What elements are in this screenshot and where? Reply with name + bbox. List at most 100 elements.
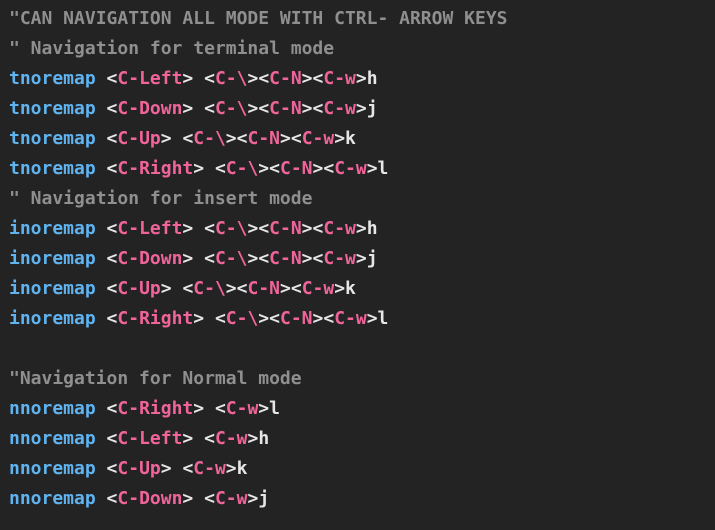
key-name: C-Up — [117, 458, 161, 479]
angle-close: > — [355, 68, 367, 89]
tail-key: l — [377, 308, 389, 329]
key-name: C-\ — [214, 68, 248, 89]
key-name: C-N — [247, 278, 280, 299]
key-name: C-\ — [193, 128, 226, 149]
code-line[interactable]: "Navigation for Normal mode — [0, 364, 715, 394]
comment-text: "CAN NAVIGATION ALL MODE WITH CTRL- ARRO… — [9, 8, 508, 29]
key-name: C-w — [334, 308, 367, 329]
angle-open: < — [106, 128, 118, 149]
angle-open: < — [290, 128, 302, 149]
map-command: inoremap — [9, 248, 96, 269]
angle-close: > — [334, 278, 346, 299]
key-name: C-w — [214, 428, 248, 449]
key-name: C-w — [334, 158, 367, 179]
key-name: C-w — [323, 218, 356, 239]
key-name: C-w — [323, 248, 356, 269]
code-editor[interactable]: "CAN NAVIGATION ALL MODE WITH CTRL- ARRO… — [0, 0, 715, 530]
angle-open: < — [204, 98, 215, 119]
map-command: nnoremap — [9, 428, 96, 449]
code-line[interactable]: tnoremap <C-Down> <C-\><C-N><C-w>j — [0, 94, 715, 124]
map-command: tnoremap — [9, 68, 96, 89]
key-name: C-w — [323, 68, 356, 89]
map-command: nnoremap — [9, 398, 96, 419]
key-name: C-w — [225, 398, 259, 419]
code-line[interactable]: inoremap <C-Right> <C-\><C-N><C-w>l — [0, 304, 715, 334]
map-command: nnoremap — [9, 458, 96, 479]
key-name: C-Down — [117, 248, 183, 269]
angle-close: > — [225, 458, 237, 479]
code-line[interactable]: nnoremap <C-Up> <C-w>k — [0, 454, 715, 484]
key-name: C-\ — [193, 278, 226, 299]
code-line[interactable]: nnoremap <C-Right> <C-w>l — [0, 394, 715, 424]
angle-open: < — [204, 248, 215, 269]
angle-close: > — [301, 248, 313, 269]
angle-close: > — [247, 248, 259, 269]
key-name: C-N — [279, 158, 313, 179]
code-line[interactable]: tnoremap <C-Left> <C-\><C-N><C-w>h — [0, 64, 715, 94]
code-line[interactable]: nnoremap <C-Down> <C-w>j — [0, 484, 715, 514]
code-line[interactable]: tnoremap <C-Right> <C-\><C-N><C-w>l — [0, 154, 715, 184]
angle-open: < — [269, 158, 280, 179]
code-line[interactable]: inoremap <C-Down> <C-\><C-N><C-w>j — [0, 244, 715, 274]
angle-open: < — [290, 278, 302, 299]
angle-close: > — [247, 428, 259, 449]
key-name: C-\ — [214, 98, 248, 119]
angle-open: < — [214, 158, 226, 179]
angle-open: < — [182, 128, 194, 149]
code-line[interactable]: nnoremap <C-Left> <C-w>h — [0, 424, 715, 454]
code-line[interactable]: " Navigation for terminal mode — [0, 34, 715, 64]
angle-open: < — [204, 488, 215, 509]
angle-close: > — [182, 428, 194, 449]
angle-open: < — [214, 308, 226, 329]
angle-open: < — [106, 158, 118, 179]
code-line[interactable]: " Navigation for insert mode — [0, 184, 715, 214]
tail-key: j — [258, 488, 270, 509]
angle-close: > — [334, 128, 346, 149]
angle-open: < — [106, 458, 118, 479]
code-line[interactable]: tnoremap <C-Up> <C-\><C-N><C-w>k — [0, 124, 715, 154]
key-name: C-w — [301, 278, 335, 299]
key-name: C-\ — [225, 308, 259, 329]
map-command: inoremap — [9, 308, 96, 329]
angle-close: > — [160, 278, 172, 299]
angle-open: < — [204, 68, 215, 89]
key-name: C-Up — [117, 128, 161, 149]
angle-close: > — [193, 158, 205, 179]
angle-close: > — [182, 68, 194, 89]
map-command: nnoremap — [9, 488, 96, 509]
angle-close: > — [160, 128, 172, 149]
angle-close: > — [312, 308, 324, 329]
angle-open: < — [269, 308, 280, 329]
angle-open: < — [236, 128, 248, 149]
angle-close: > — [301, 98, 313, 119]
angle-open: < — [312, 218, 324, 239]
angle-open: < — [323, 308, 335, 329]
code-line[interactable]: inoremap <C-Left> <C-\><C-N><C-w>h — [0, 214, 715, 244]
angle-open: < — [258, 98, 270, 119]
angle-close: > — [258, 398, 270, 419]
angle-open: < — [106, 98, 118, 119]
tail-key: h — [258, 428, 270, 449]
angle-open: < — [106, 248, 118, 269]
tail-key: l — [377, 158, 389, 179]
code-line[interactable]: inoremap <C-Up> <C-\><C-N><C-w>k — [0, 274, 715, 304]
angle-close: > — [225, 278, 237, 299]
key-name: C-N — [269, 248, 302, 269]
angle-close: > — [160, 458, 172, 479]
code-line[interactable]: "CAN NAVIGATION ALL MODE WITH CTRL- ARRO… — [0, 4, 715, 34]
angle-open: < — [204, 428, 215, 449]
